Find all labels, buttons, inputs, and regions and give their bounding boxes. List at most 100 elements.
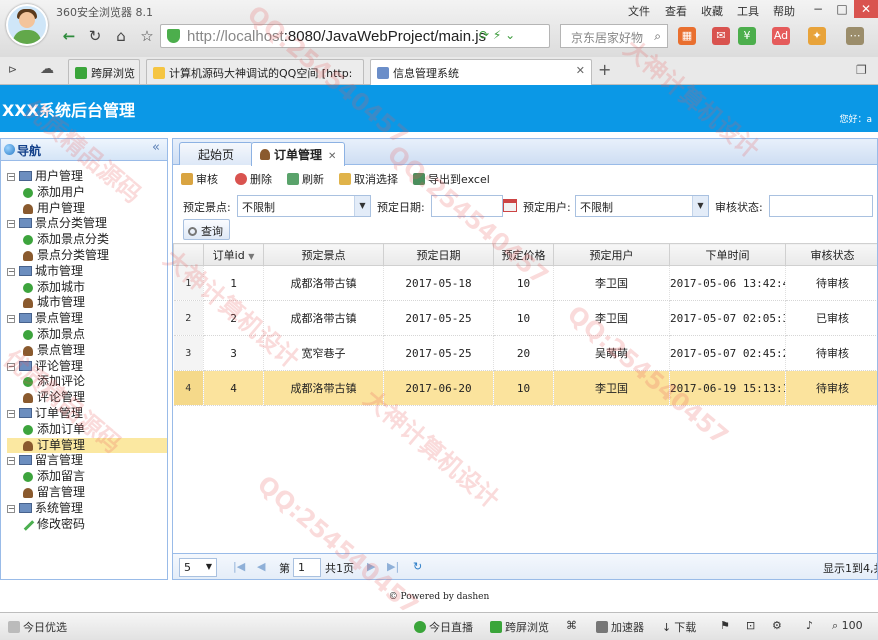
menu-file[interactable]: 文件 <box>628 3 650 19</box>
menu-view[interactable]: 查看 <box>665 3 687 19</box>
nav-group[interactable]: − 用户管理 <box>7 169 167 185</box>
more-tools-icon[interactable]: ⋯ <box>846 27 864 45</box>
collapse-toggle-icon[interactable]: − <box>7 362 15 371</box>
downloads[interactable]: ↓ 下载 <box>662 619 696 635</box>
refresh-button[interactable]: 刷新 <box>287 171 324 187</box>
collapse-toggle-icon[interactable]: − <box>7 220 15 229</box>
extension-icon[interactable]: ✦ <box>808 27 826 45</box>
collapse-toggle-icon[interactable]: − <box>7 409 15 418</box>
apps-icon[interactable]: ▦ <box>678 27 696 45</box>
search-icon[interactable]: ⌕ <box>654 29 661 44</box>
new-tab-button[interactable]: + <box>598 60 611 79</box>
window-close-button[interactable]: ✕ <box>854 0 878 18</box>
status-icon-a[interactable]: ⌘ <box>566 619 577 632</box>
nav-item[interactable]: 添加用户 <box>7 185 167 201</box>
zoom-control[interactable]: ⌕ 100 <box>832 619 863 633</box>
address-bar[interactable]: http://localhost:8080/JavaWebProject/mai… <box>160 24 550 48</box>
refresh-icon[interactable]: ↻ <box>413 560 422 573</box>
table-row[interactable]: 2 2 成都洛带古镇 2017-05-25 10 李卫国 2017-05-07 02:05:… <box>173 300 877 336</box>
nav-item[interactable]: 添加留言 <box>7 469 167 485</box>
export-excel-button[interactable]: 导出到excel <box>413 171 490 187</box>
user-avatar[interactable] <box>6 4 48 46</box>
table-row[interactable]: 1 1 成都洛带古镇 2017-05-18 10 李卫国 2017-05-06 13:42:… <box>173 265 877 301</box>
nav-item[interactable]: 添加景点分类 <box>7 232 167 248</box>
column-header-user[interactable]: 预定用户 <box>553 243 670 266</box>
nav-item[interactable]: 景点分类管理 <box>7 248 167 264</box>
nav-item[interactable]: 添加评论 <box>7 374 167 390</box>
nav-item[interactable]: 城市管理 <box>7 295 167 311</box>
date-filter-input[interactable] <box>431 195 503 217</box>
nav-item[interactable]: 订单管理 <box>7 437 167 454</box>
browser-tab-qq-space[interactable]: 计算机源码大神调试的QQ空间 [http: <box>146 59 364 84</box>
nav-group[interactable]: − 留言管理 <box>7 453 167 469</box>
close-tab-icon[interactable]: ✕ <box>328 151 336 162</box>
status-icon-d[interactable]: ⚙ <box>772 619 782 632</box>
calendar-icon[interactable] <box>503 199 517 212</box>
column-header-date[interactable]: 预定日期 <box>383 243 494 266</box>
column-header-spot[interactable]: 预定景点 <box>263 243 384 266</box>
tab-list-icon[interactable]: ❐ <box>856 63 867 77</box>
refresh-icon[interactable]: ↻ <box>84 25 106 47</box>
nav-group[interactable]: − 系统管理 <box>7 501 167 517</box>
star-icon[interactable]: ☆ <box>136 25 158 47</box>
table-row[interactable]: 3 3 宽窄巷子 2017-05-25 20 吴萌萌 2017-05-07 02:45:2 待… <box>173 335 877 371</box>
audit-button[interactable]: 审核 <box>181 171 218 187</box>
spot-filter-select[interactable]: 不限制 ▼ <box>237 195 371 217</box>
menu-help[interactable]: 帮助 <box>773 3 795 19</box>
nav-item[interactable]: 添加订单 <box>7 422 167 438</box>
nav-group[interactable]: − 评论管理 <box>7 359 167 375</box>
nav-item[interactable]: 用户管理 <box>7 201 167 217</box>
nav-group[interactable]: − 订单管理 <box>7 406 167 422</box>
accelerator[interactable]: 加速器 <box>596 619 644 635</box>
address-bar-icons[interactable]: ⟳ ⚡ ⌄ <box>479 28 515 42</box>
collapse-toggle-icon[interactable]: − <box>7 504 15 513</box>
status-icon-c[interactable]: ⊡ <box>746 619 755 632</box>
table-row[interactable]: 4 4 成都洛带古镇 2017-06-20 10 李卫国 2017-06-19 15:13:… <box>173 370 877 406</box>
delete-button[interactable]: 删除 <box>235 171 272 187</box>
nav-item[interactable]: 评论管理 <box>7 390 167 406</box>
user-filter-select[interactable]: 不限制 ▼ <box>575 195 709 217</box>
nav-item[interactable]: 添加城市 <box>7 280 167 296</box>
column-header-id[interactable]: 订单id ▼ <box>203 243 264 266</box>
column-header-order-time[interactable]: 下单时间 <box>669 243 786 266</box>
sidebar-toggle-icon[interactable]: ⊳ <box>8 63 17 76</box>
deselect-button[interactable]: 取消选择 <box>339 171 398 187</box>
nav-item[interactable]: 修改密码 <box>7 517 167 533</box>
maximize-button[interactable]: □ <box>830 0 854 18</box>
adblock-icon[interactable]: Ad <box>772 27 790 45</box>
tab-order-management[interactable]: 订单管理 ✕ <box>251 142 346 166</box>
last-page-icon[interactable]: ▶| <box>387 560 399 573</box>
column-header-status[interactable]: 审核状态 <box>785 243 877 266</box>
today-live[interactable]: 今日直播 <box>414 619 473 635</box>
chevron-down-icon[interactable]: ▼ <box>354 196 370 216</box>
nav-group[interactable]: − 城市管理 <box>7 264 167 280</box>
browser-tab-info-system[interactable]: 信息管理系统 ✕ <box>370 59 592 85</box>
status-filter-select[interactable] <box>769 195 873 217</box>
cloud-icon[interactable]: ☁ <box>40 61 54 77</box>
next-page-icon[interactable]: ▶ <box>367 560 375 573</box>
home-icon[interactable]: ⌂ <box>110 25 132 47</box>
tab-home[interactable]: 起始页 <box>179 142 254 165</box>
collapse-toggle-icon[interactable]: − <box>7 315 15 324</box>
collapse-toggle-icon[interactable]: − <box>7 457 15 466</box>
back-arrow-icon[interactable]: ← <box>58 25 80 47</box>
menu-favorites[interactable]: 收藏 <box>701 3 723 19</box>
menu-tools[interactable]: 工具 <box>737 3 759 19</box>
today-picks[interactable]: 今日优选 <box>8 619 67 635</box>
mail-icon[interactable]: ✉ <box>712 27 730 45</box>
nav-item[interactable]: 景点管理 <box>7 343 167 359</box>
search-input[interactable]: 京东居家好物 ⌕ <box>560 24 668 48</box>
close-tab-icon[interactable]: ✕ <box>576 64 585 77</box>
first-page-icon[interactable]: |◀ <box>233 560 245 573</box>
nav-group[interactable]: − 景点分类管理 <box>7 216 167 232</box>
collapse-icon[interactable]: « <box>152 140 160 155</box>
coupon-icon[interactable]: ¥ <box>738 27 756 45</box>
nav-item[interactable]: 添加景点 <box>7 327 167 343</box>
nav-group[interactable]: − 景点管理 <box>7 311 167 327</box>
prev-page-icon[interactable]: ◀ <box>257 560 265 573</box>
browser-tab-cross-screen[interactable]: 跨屏浏览 <box>68 59 140 84</box>
query-button[interactable]: 查询 <box>183 219 230 240</box>
volume-icon[interactable]: ♪ <box>806 619 813 632</box>
minimize-button[interactable]: − <box>806 0 830 18</box>
status-icon-b[interactable]: ⚑ <box>720 619 730 632</box>
